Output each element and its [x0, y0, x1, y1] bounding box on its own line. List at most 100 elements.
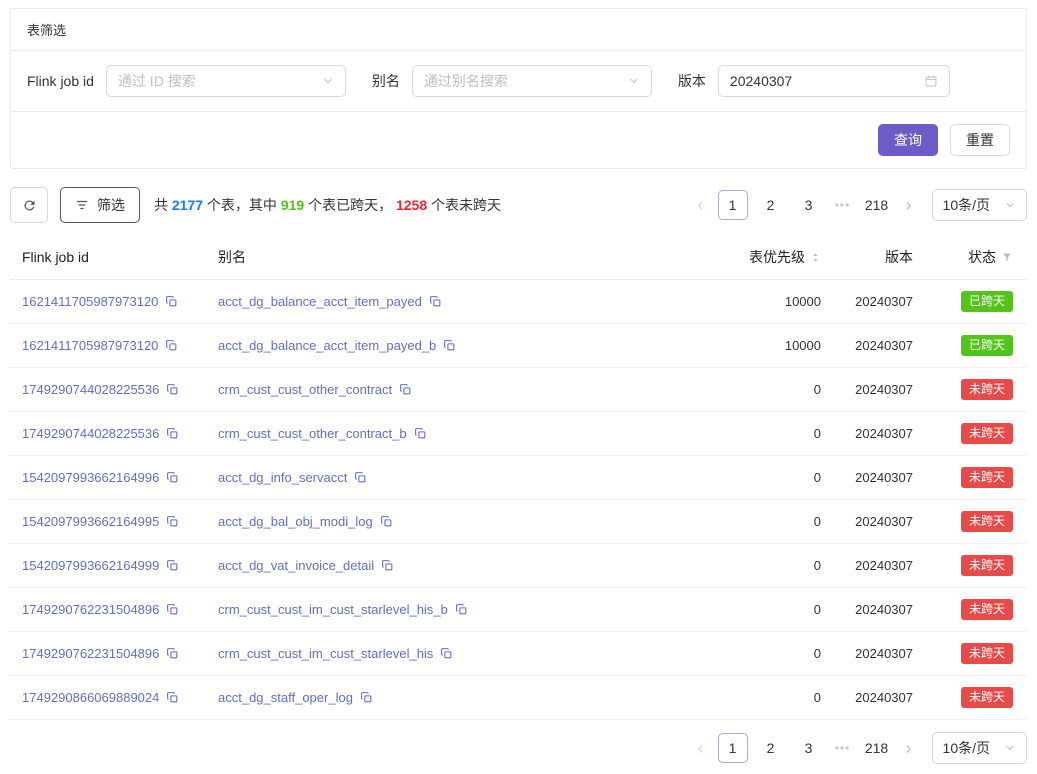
flink-job-id-link[interactable]: 1542097993662164995: [22, 514, 159, 529]
bottom-bar: ‹ 1 2 3 ••• 218 › 10条/页: [10, 732, 1027, 764]
alias-cell: acct_dg_staff_oper_log: [218, 690, 681, 705]
sort-icon[interactable]: [810, 250, 821, 265]
flink-job-id-link[interactable]: 1749290744028225536: [22, 426, 159, 441]
tables-table: Flink job id 别名 表优先级 版本 状态: [10, 235, 1027, 720]
alias-link[interactable]: acct_dg_vat_invoice_detail: [218, 558, 374, 573]
alias-link[interactable]: acct_dg_info_servacct: [218, 470, 347, 485]
pagination-top: ‹ 1 2 3 ••• 218 › 10条/页: [688, 189, 1027, 221]
copy-icon[interactable]: [166, 515, 179, 528]
alias-link[interactable]: acct_dg_balance_acct_item_payed: [218, 294, 422, 309]
table-body: 1621411705987973120 acct_dg_balance_acct…: [10, 280, 1027, 720]
alias-cell: crm_cust_cust_im_cust_starlevel_his_b: [218, 602, 681, 617]
status-cell: 已跨天: [913, 291, 1013, 313]
copy-icon[interactable]: [443, 339, 456, 352]
priority-cell: 0: [681, 602, 821, 617]
page-size-select[interactable]: 10条/页: [932, 189, 1027, 221]
copy-icon[interactable]: [166, 647, 179, 660]
flink-job-id-link[interactable]: 1749290866069889024: [22, 690, 159, 705]
alias-link[interactable]: crm_cust_cust_other_contract: [218, 382, 392, 397]
page-button-1[interactable]: 1: [718, 733, 748, 763]
copy-icon[interactable]: [166, 471, 179, 484]
status-badge: 未跨天: [961, 599, 1013, 621]
page-button-2[interactable]: 2: [756, 190, 786, 220]
flink-job-id-link[interactable]: 1542097993662164996: [22, 470, 159, 485]
copy-icon[interactable]: [380, 515, 393, 528]
version-date-input[interactable]: 20240307: [718, 65, 950, 97]
page-button-1[interactable]: 1: [718, 190, 748, 220]
copy-icon[interactable]: [381, 559, 394, 572]
copy-icon[interactable]: [354, 471, 367, 484]
alias-link[interactable]: acct_dg_balance_acct_item_payed_b: [218, 338, 436, 353]
column-label: 状态: [968, 247, 996, 267]
filter-toggle-label: 筛选: [97, 195, 125, 215]
page-button-2[interactable]: 2: [756, 733, 786, 763]
copy-icon[interactable]: [166, 603, 179, 616]
flink-job-id-link[interactable]: 1749290762231504896: [22, 602, 159, 617]
flink-job-id-link[interactable]: 1749290762231504896: [22, 646, 159, 661]
copy-icon[interactable]: [166, 691, 179, 704]
alias-link[interactable]: crm_cust_cust_im_cust_starlevel_his: [218, 646, 433, 661]
prev-page-button[interactable]: ‹: [688, 733, 714, 763]
version-cell: 20240307: [821, 382, 913, 397]
next-page-button[interactable]: ›: [896, 733, 922, 763]
alias-cell: acct_dg_info_servacct: [218, 470, 681, 485]
flink-job-id-cell: 1542097993662164999: [22, 558, 218, 573]
flink-job-id-cell: 1749290762231504896: [22, 646, 218, 661]
status-badge: 未跨天: [961, 423, 1013, 445]
copy-icon[interactable]: [166, 427, 179, 440]
page-ellipsis[interactable]: •••: [830, 198, 856, 212]
flink-job-id-link[interactable]: 1542097993662164999: [22, 558, 159, 573]
copy-icon[interactable]: [429, 295, 442, 308]
flink-job-id-cell: 1749290866069889024: [22, 690, 218, 705]
copy-icon[interactable]: [414, 427, 427, 440]
priority-cell: 0: [681, 382, 821, 397]
filter-panel-title: 表筛选: [11, 9, 1026, 51]
table-row: 1621411705987973120 acct_dg_balance_acct…: [10, 280, 1027, 324]
copy-icon[interactable]: [166, 383, 179, 396]
version-cell: 20240307: [821, 690, 913, 705]
page-button-3[interactable]: 3: [794, 190, 824, 220]
column-header-flink-job-id: Flink job id: [22, 249, 218, 265]
page-size-select[interactable]: 10条/页: [932, 732, 1027, 764]
copy-icon[interactable]: [360, 691, 373, 704]
flink-job-id-cell: 1621411705987973120: [22, 338, 218, 353]
column-header-priority: 表优先级: [681, 247, 821, 267]
flink-job-id-cell: 1542097993662164995: [22, 514, 218, 529]
alias-link[interactable]: acct_dg_staff_oper_log: [218, 690, 353, 705]
copy-icon[interactable]: [399, 383, 412, 396]
table-row: 1542097993662164996 acct_dg_info_servacc…: [10, 456, 1027, 500]
alias-cell: crm_cust_cust_im_cust_starlevel_his: [218, 646, 681, 661]
version-cell: 20240307: [821, 602, 913, 617]
alias-link[interactable]: crm_cust_cust_other_contract_b: [218, 426, 407, 441]
status-badge: 未跨天: [961, 687, 1013, 709]
status-cell: 未跨天: [913, 467, 1013, 489]
alias-link[interactable]: acct_dg_bal_obj_modi_log: [218, 514, 373, 529]
flink-job-id-select[interactable]: 通过 ID 搜索: [106, 65, 346, 97]
flink-job-id-link[interactable]: 1621411705987973120: [22, 294, 158, 309]
reset-button[interactable]: 重置: [950, 124, 1010, 156]
page-ellipsis[interactable]: •••: [830, 741, 856, 755]
query-button[interactable]: 查询: [878, 124, 938, 156]
flink-job-id-link[interactable]: 1749290744028225536: [22, 382, 159, 397]
chevron-down-icon: [1004, 199, 1016, 211]
copy-icon[interactable]: [165, 295, 178, 308]
version-cell: 20240307: [821, 646, 913, 661]
prev-page-button[interactable]: ‹: [688, 190, 714, 220]
status-badge: 未跨天: [961, 379, 1013, 401]
alias-link[interactable]: crm_cust_cust_im_cust_starlevel_his_b: [218, 602, 448, 617]
column-filter-icon[interactable]: [1001, 251, 1013, 263]
next-page-button[interactable]: ›: [896, 190, 922, 220]
alias-select[interactable]: 通过别名搜索: [412, 65, 652, 97]
copy-icon[interactable]: [455, 603, 468, 616]
flink-job-id-link[interactable]: 1621411705987973120: [22, 338, 158, 353]
copy-icon[interactable]: [440, 647, 453, 660]
refresh-button[interactable]: [10, 187, 48, 223]
page-button-last[interactable]: 218: [862, 733, 892, 763]
copy-icon[interactable]: [166, 559, 179, 572]
filter-toggle-button[interactable]: 筛选: [60, 187, 140, 223]
column-label: 别名: [218, 247, 246, 267]
chevron-down-icon: [322, 75, 334, 87]
page-button-3[interactable]: 3: [794, 733, 824, 763]
copy-icon[interactable]: [165, 339, 178, 352]
page-button-last[interactable]: 218: [862, 190, 892, 220]
